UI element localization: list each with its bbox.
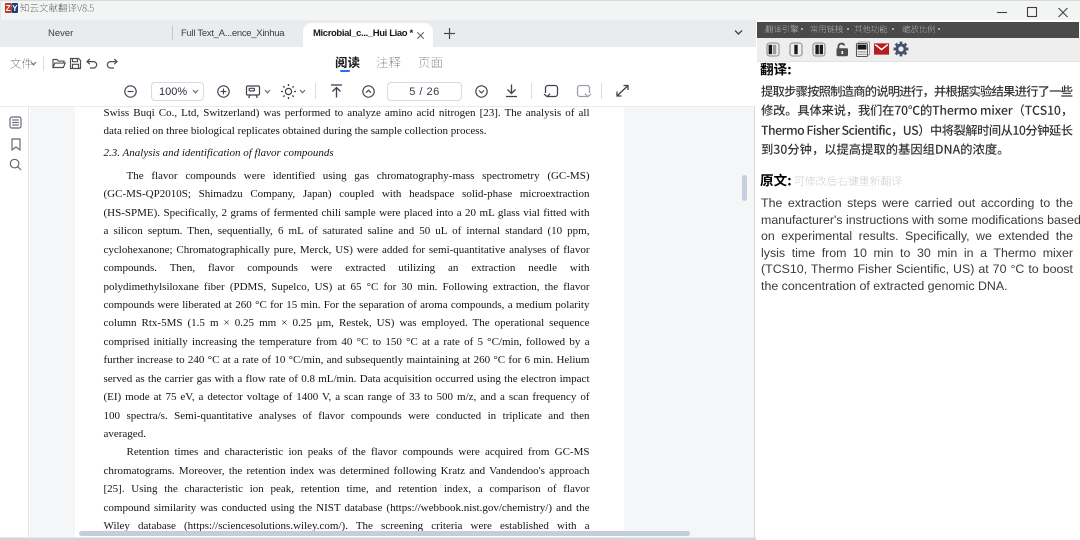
svg-text:Y: Y bbox=[12, 4, 18, 13]
svg-text:Z: Z bbox=[6, 4, 11, 13]
